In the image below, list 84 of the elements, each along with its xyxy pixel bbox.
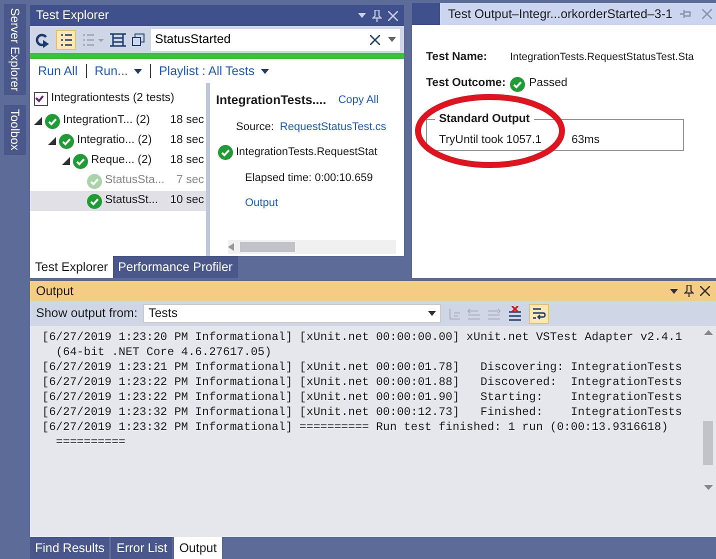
action-link[interactable]: Run... xyxy=(94,62,128,80)
panel-tab[interactable]: Performance Profiler xyxy=(112,256,238,278)
output-line: [6/27/2019 1:23:20 PM Informational] [xUnit.net 00:00:00.00] xUnit.net VSTest Adapter v2.4.1 xyxy=(42,330,684,345)
expand-icon[interactable] xyxy=(110,32,126,46)
scroll-down-icon[interactable] xyxy=(704,485,712,490)
tree-item[interactable]: StatusSt... 10 sec xyxy=(30,191,206,211)
caret-icon xyxy=(358,13,366,18)
elapsed-time: Elapsed time: 0:00:10.659 xyxy=(244,170,374,186)
test-name: Reque... (2) xyxy=(91,153,152,168)
copy-icon[interactable] xyxy=(132,33,145,46)
tree-item[interactable]: IntegrationT... (2) 18 sec xyxy=(30,111,206,131)
list-icon[interactable] xyxy=(56,30,76,50)
search-box[interactable]: StatusStarted xyxy=(151,28,400,50)
test-name: IntegrationTests.RequestStat xyxy=(236,145,378,160)
test-name: IntegrationTests.RequestStatusTest.Sta xyxy=(510,50,694,66)
tree-item[interactable]: Reque... (2) 18 sec xyxy=(30,151,206,171)
outcome-text: Passed xyxy=(529,76,568,92)
clear-all-icon[interactable] xyxy=(507,306,524,322)
test-name: StatusSta... xyxy=(105,173,164,188)
expanded-icon[interactable] xyxy=(34,117,42,125)
output-line: [6/27/2019 1:23:32 PM Informational] [xUnit.net 00:00:12.73] Finished: IntegrationTests xyxy=(42,405,684,420)
close-icon[interactable] xyxy=(700,286,710,296)
caret-icon xyxy=(260,68,269,74)
duration: 18 sec xyxy=(170,133,205,148)
scrollbar-thumb[interactable] xyxy=(240,242,295,252)
duration: 18 sec xyxy=(170,153,205,168)
output-text: TryUntil took 1057.1 xyxy=(439,133,542,148)
output-link[interactable]: Output xyxy=(216,195,278,212)
check-icon xyxy=(87,194,102,208)
caret-icon xyxy=(134,68,142,74)
project-icon xyxy=(34,92,48,106)
details-title: IntegrationTests.... xyxy=(216,92,326,109)
output-line: (64-bit .NET Core 4.6.27617.05) xyxy=(54,345,273,360)
output-line: ========== xyxy=(54,435,126,450)
field-label: Show output from: xyxy=(36,305,138,322)
test-name: Integratio... (2) xyxy=(77,133,152,148)
check-icon xyxy=(87,174,102,188)
word-wrap-icon[interactable] xyxy=(529,304,550,324)
source-link[interactable]: RequestStatusTest.cs xyxy=(280,118,386,136)
check-icon xyxy=(45,114,60,128)
output-line: [6/27/2019 1:23:32 PM Informational] ========== Run test finished: 1 run (0:00:13.9316618) xyxy=(42,420,670,435)
scroll-up-icon[interactable] xyxy=(704,330,712,335)
action-link[interactable]: Run All xyxy=(38,62,78,80)
clear-icon[interactable] xyxy=(370,34,380,44)
output-line: [6/27/2019 1:23:21 PM Informational] [xUnit.net 00:00:01.78] Discovering: IntegrationTests xyxy=(42,360,684,375)
check-icon xyxy=(59,134,74,148)
caret-icon xyxy=(428,311,436,316)
expanded-icon[interactable] xyxy=(62,157,70,165)
field-label: Test Name: xyxy=(426,50,488,66)
output-source-dropdown[interactable]: Tests xyxy=(143,304,442,323)
pin-icon[interactable] xyxy=(684,285,694,297)
test-name: IntegrationT... (2) xyxy=(63,113,150,128)
check-icon xyxy=(73,154,88,168)
duration: 18 sec xyxy=(170,113,205,128)
source-label: Source: xyxy=(236,120,274,135)
duration: 7 sec xyxy=(176,173,205,188)
tree-item[interactable]: StatusSta... 7 sec xyxy=(30,171,206,191)
test-name: StatusSt... xyxy=(105,193,158,208)
panel-tab[interactable]: Test Explorer xyxy=(30,256,113,278)
duration: 10 sec xyxy=(170,193,205,208)
action-link[interactable]: Playlist : All Tests xyxy=(158,62,255,80)
output-line: [6/27/2019 1:23:22 PM Informational] [xUnit.net 00:00:01.90] Starting: IntegrationTests xyxy=(42,390,684,405)
side-tab[interactable]: Toolbox xyxy=(4,105,26,155)
output-text: 63ms xyxy=(571,133,600,148)
check-icon xyxy=(510,76,525,92)
scrollbar-thumb[interactable] xyxy=(703,421,713,465)
panel-title: Output xyxy=(36,282,74,300)
refresh-icon[interactable] xyxy=(34,32,50,48)
tree-label: Integrationtests (2 tests) xyxy=(51,91,174,106)
panel-tab[interactable]: Output xyxy=(174,537,222,559)
check-icon xyxy=(218,145,233,160)
tree-item[interactable]: Integrationtests (2 tests) xyxy=(30,87,206,111)
horizontal-scrollbar[interactable] xyxy=(228,240,396,254)
panel-tab[interactable]: Error List xyxy=(111,537,172,559)
caret-icon xyxy=(388,37,396,42)
side-tab[interactable]: Server Explorer xyxy=(4,4,26,96)
field-label: Test Outcome: xyxy=(426,76,506,92)
expanded-icon[interactable] xyxy=(48,137,56,145)
output-line: [6/27/2019 1:23:22 PM Informational] [xUnit.net 00:00:01.88] Discovered: IntegrationTests xyxy=(42,375,684,390)
copy-all-link[interactable]: Copy All xyxy=(338,92,379,109)
panel-tab[interactable]: Find Results xyxy=(30,537,110,559)
panel-title: Test Explorer xyxy=(36,7,109,24)
caret-icon xyxy=(670,288,678,294)
tree-item[interactable]: Integratio... (2) 18 sec xyxy=(30,131,206,151)
